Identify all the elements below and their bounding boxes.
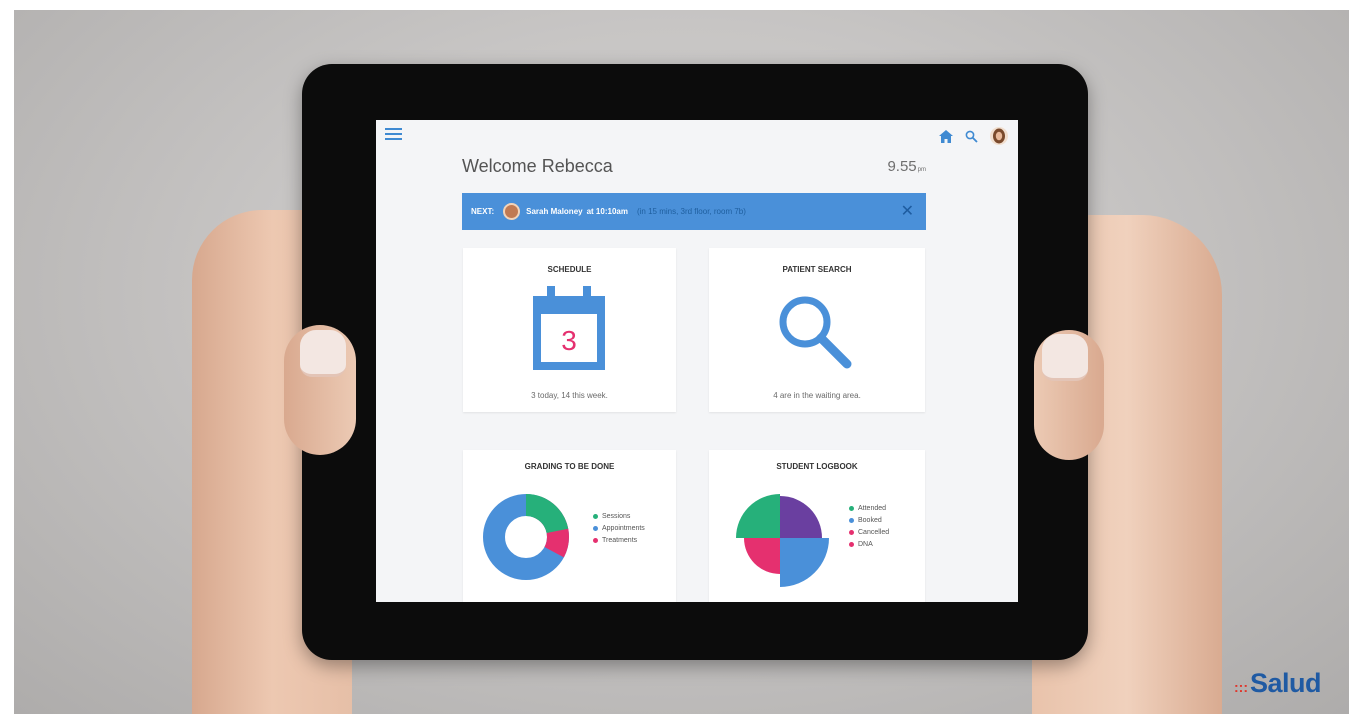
legend-item-cancelled: Cancelled (849, 529, 889, 536)
close-icon[interactable]: ✕ (901, 201, 914, 221)
schedule-summary: 3 today, 14 this week. (531, 391, 608, 400)
legend-item-dna: DNA (849, 541, 889, 548)
grading-card[interactable]: GRADING TO BE DONE Sessions Appointments… (463, 450, 676, 602)
search-icon[interactable] (965, 130, 978, 143)
calendar-day: 3 (561, 325, 577, 356)
patient-search-card[interactable]: PATIENT SEARCH 4 are in the waiting area… (709, 248, 925, 412)
grading-donut-chart (483, 494, 569, 580)
logbook-title: STUDENT LOGBOOK (776, 462, 858, 471)
patient-name: Sarah Maloney (526, 207, 583, 216)
legend-item-sessions: Sessions (593, 513, 645, 520)
time-value: 9.55 (887, 158, 917, 175)
next-appointment-banner[interactable]: NEXT: Sarah Maloney at 10:10am (in 15 mi… (462, 193, 926, 230)
logbook-polar-chart (736, 494, 829, 587)
legend-item-attended: Attended (849, 505, 889, 512)
legend-item-booked: Booked (849, 517, 889, 524)
salud-logo: :::Salud (1234, 668, 1322, 699)
patient-search-title: PATIENT SEARCH (782, 265, 852, 274)
right-thumbnail (1042, 334, 1088, 381)
logo-text: Salud (1250, 668, 1322, 698)
top-toolbar (939, 126, 1008, 146)
left-thumbnail (300, 330, 346, 377)
grading-legend: Sessions Appointments Treatments (593, 513, 645, 549)
app-screen: Welcome Rebecca 9.55pm NEXT: Sarah Malon… (376, 120, 1018, 602)
logo-dots: ::: (1234, 679, 1248, 695)
logbook-legend: Attended Booked Cancelled DNA (849, 505, 889, 553)
patient-avatar (503, 203, 521, 220)
schedule-title: SCHEDULE (547, 265, 592, 274)
schedule-card[interactable]: SCHEDULE 3 3 today, 14 this week. (463, 248, 676, 412)
menu-icon[interactable] (385, 128, 402, 140)
avatar[interactable] (990, 127, 1008, 145)
appointment-time: at 10:10am (586, 207, 628, 216)
home-icon[interactable] (939, 129, 953, 143)
welcome-heading: Welcome Rebecca (462, 156, 613, 176)
calendar-icon: 3 (533, 286, 605, 370)
time-suffix: pm (917, 167, 926, 173)
logbook-card[interactable]: STUDENT LOGBOOK Attended Booked Cancelle… (709, 450, 925, 602)
grading-title: GRADING TO BE DONE (524, 462, 615, 471)
legend-item-appointments: Appointments (593, 525, 645, 532)
current-time: 9.55pm (887, 158, 926, 175)
appointment-detail: (in 15 mins, 3rd floor, room 7b) (636, 207, 746, 216)
next-label: NEXT: (471, 207, 495, 216)
legend-item-treatments: Treatments (593, 537, 645, 544)
magnifier-icon (779, 296, 852, 369)
patient-search-summary: 4 are in the waiting area. (773, 391, 861, 400)
